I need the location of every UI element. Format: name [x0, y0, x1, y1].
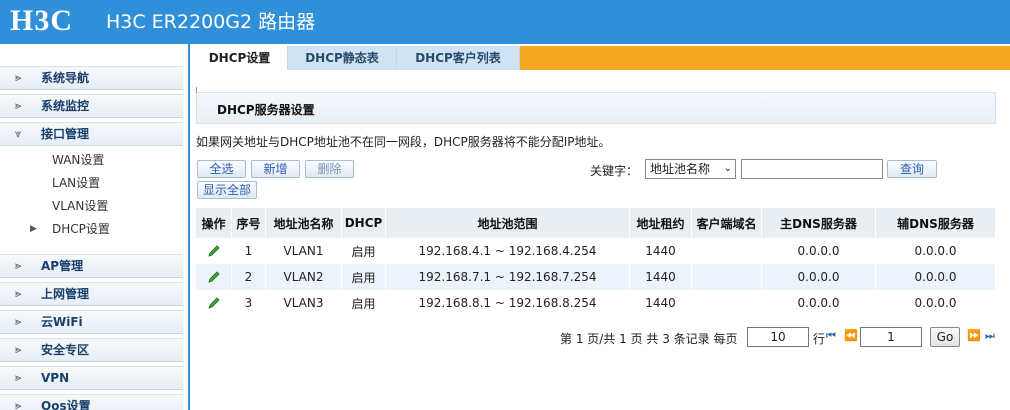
keyword-select-value: 地址池名称	[650, 162, 711, 176]
go-button[interactable]: Go	[930, 327, 960, 347]
pencil-icon	[207, 297, 220, 309]
last-page-icon[interactable]: ⏭	[985, 329, 995, 343]
col-header-pool-range: 地址池范围	[386, 208, 630, 238]
sidebar-item-system-monitor[interactable]: ⪢ 系统监控	[0, 94, 183, 118]
cell-dhcp: 启用	[342, 264, 386, 290]
cell-secondary-dns: 0.0.0.0	[876, 238, 996, 264]
cell-client-domain	[692, 238, 762, 264]
h3c-logo: H3C	[10, 4, 73, 37]
pencil-icon	[207, 271, 220, 283]
expand-arrow-icon: ⪢	[15, 71, 22, 84]
selected-marker-icon: ▶	[30, 224, 37, 234]
sidebar-item-security[interactable]: ⪢ 安全专区	[0, 338, 183, 362]
tab-dhcp-static[interactable]: DHCP静态表	[288, 46, 397, 70]
sidebar: ⪢ 系统导航 ⪢ 系统监控 ⩔ 接口管理 WAN设置 LAN设置 VLAN设置 …	[0, 44, 190, 410]
expand-arrow-icon: ⪢	[15, 371, 22, 384]
cell-pool-name: VLAN3	[266, 290, 342, 316]
table-row: 3 VLAN3 启用 192.168.8.1 ~ 192.168.8.254 1…	[196, 290, 996, 316]
delete-button[interactable]: 删除	[305, 160, 354, 178]
cell-lease: 1440	[630, 264, 692, 290]
tab-dhcp-settings[interactable]: DHCP设置	[192, 46, 288, 70]
panel-corner	[196, 87, 202, 93]
tab-dhcp-clients[interactable]: DHCP客户列表	[397, 46, 520, 70]
edit-button[interactable]	[196, 238, 232, 264]
expand-arrow-icon: ⪢	[15, 99, 22, 112]
next-page-icon[interactable]: ⏩	[967, 329, 981, 342]
tab-bar: DHCP设置 DHCP静态表 DHCP客户列表	[192, 46, 1010, 70]
cell-pool-name: VLAN2	[266, 264, 342, 290]
cell-pool-range: 192.168.4.1 ~ 192.168.4.254	[386, 238, 630, 264]
sidebar-item-ap-mgmt[interactable]: ⪢ AP管理	[0, 254, 183, 278]
sidebar-item-cloud-wifi[interactable]: ⪢ 云WiFi	[0, 310, 183, 334]
col-header-secondary-dns: 辅DNS服务器	[876, 208, 996, 238]
cell-pool-range: 192.168.8.1 ~ 192.168.8.254	[386, 290, 630, 316]
pager-summary: 第 1 页/共 1 页 共 3 条记录 每页	[560, 332, 738, 346]
panel-header: DHCP服务器设置	[196, 87, 996, 124]
dhcp-notice: 如果网关地址与DHCP地址池不在同一网段，DHCP服务器将不能分配IP地址。	[196, 135, 611, 149]
table-row: 2 VLAN2 启用 192.168.7.1 ~ 192.168.7.254 1…	[196, 264, 996, 290]
col-header-dhcp: DHCP	[342, 208, 386, 238]
cell-pool-name: VLAN1	[266, 238, 342, 264]
chevron-down-icon: ⌄	[723, 163, 732, 174]
cell-dhcp: 启用	[342, 238, 386, 264]
panel-title: DHCP服务器设置	[217, 103, 315, 117]
sidebar-item-vpn[interactable]: ⪢ VPN	[0, 366, 183, 390]
sidebar-subitem-wan[interactable]: WAN设置	[52, 151, 104, 169]
cell-primary-dns: 0.0.0.0	[762, 238, 876, 264]
sidebar-subitem-vlan[interactable]: VLAN设置	[52, 197, 108, 215]
col-header-primary-dns: 主DNS服务器	[762, 208, 876, 238]
cell-secondary-dns: 0.0.0.0	[876, 264, 996, 290]
cell-client-domain	[692, 264, 762, 290]
add-button[interactable]: 新增	[251, 160, 300, 178]
cell-lease: 1440	[630, 290, 692, 316]
cell-dhcp: 启用	[342, 290, 386, 316]
show-all-button[interactable]: 显示全部	[197, 181, 257, 199]
cell-lease: 1440	[630, 238, 692, 264]
edit-button[interactable]	[196, 290, 232, 316]
expand-arrow-icon: ⪢	[15, 399, 22, 410]
edit-button[interactable]	[196, 264, 232, 290]
col-header-lease: 地址租约	[630, 208, 692, 238]
search-button[interactable]: 查询	[887, 160, 937, 178]
prev-page-icon[interactable]: ⏪	[844, 329, 858, 342]
app-header: H3C H3C ER2200G2 路由器	[0, 0, 1010, 44]
per-page-unit: 行	[813, 332, 826, 346]
col-header-pool-name: 地址池名称	[266, 208, 342, 238]
cell-primary-dns: 0.0.0.0	[762, 290, 876, 316]
sidebar-subitem-dhcp[interactable]: DHCP设置	[52, 220, 110, 238]
first-page-icon[interactable]: ⏮	[826, 329, 836, 343]
cell-index: 1	[232, 238, 266, 264]
collapse-arrow-icon: ⩔	[15, 127, 22, 140]
expand-arrow-icon: ⪢	[15, 287, 22, 300]
cell-index: 3	[232, 290, 266, 316]
cell-index: 2	[232, 264, 266, 290]
expand-arrow-icon: ⪢	[15, 259, 22, 272]
col-header-index: 序号	[232, 208, 266, 238]
sidebar-item-internet-mgmt[interactable]: ⪢ 上网管理	[0, 282, 183, 306]
expand-arrow-icon: ⪢	[15, 315, 22, 328]
app-title: H3C ER2200G2 路由器	[106, 11, 316, 33]
per-page-input[interactable]: 10	[747, 327, 809, 347]
pencil-icon	[207, 245, 220, 257]
expand-arrow-icon: ⪢	[15, 343, 22, 356]
sidebar-item-interface-mgmt[interactable]: ⩔ 接口管理	[0, 122, 183, 146]
cell-client-domain	[692, 290, 762, 316]
cell-secondary-dns: 0.0.0.0	[876, 290, 996, 316]
cell-primary-dns: 0.0.0.0	[762, 264, 876, 290]
page-number-input[interactable]: 1	[860, 327, 922, 347]
sidebar-item-system-nav[interactable]: ⪢ 系统导航	[0, 66, 183, 90]
sidebar-subitem-lan[interactable]: LAN设置	[52, 174, 100, 192]
table-row: 1 VLAN1 启用 192.168.4.1 ~ 192.168.4.254 1…	[196, 238, 996, 264]
sidebar-item-qos[interactable]: ⪢ Qos设置	[0, 394, 183, 410]
table-header-row: 操作 序号 地址池名称 DHCP 地址池范围 地址租约 客户端域名 主DNS服务…	[196, 208, 996, 238]
col-header-action: 操作	[196, 208, 232, 238]
col-header-client-domain: 客户端域名	[692, 208, 762, 238]
select-all-button[interactable]: 全选	[197, 160, 246, 178]
cell-pool-range: 192.168.7.1 ~ 192.168.7.254	[386, 264, 630, 290]
keyword-input[interactable]	[741, 159, 883, 179]
keyword-field-select[interactable]: 地址池名称 ⌄	[645, 159, 736, 179]
keyword-label: 关键字：	[590, 164, 639, 178]
